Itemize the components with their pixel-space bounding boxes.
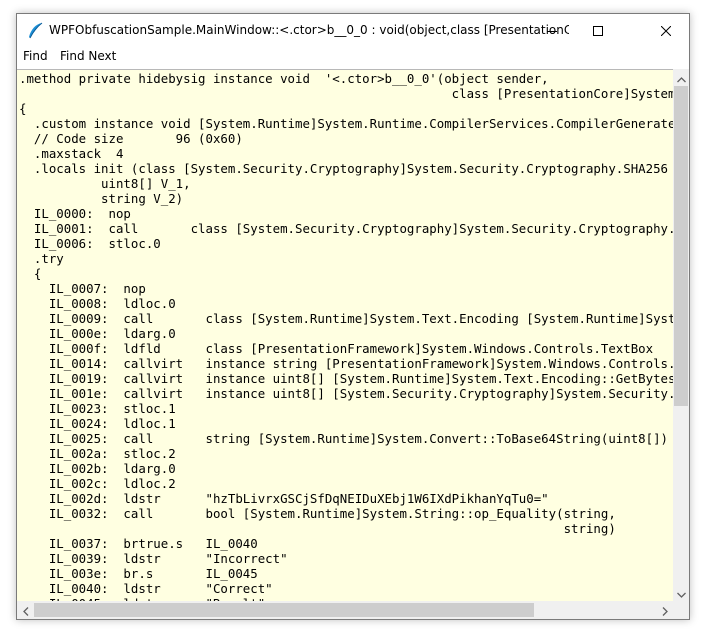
code-line: class [PresentationCore]System.Windows.R… — [451, 86, 673, 101]
code-line: .method private hidebysig instance void … — [19, 71, 549, 86]
menu-find-next[interactable]: Find Next — [60, 46, 116, 67]
code-line: IL_0008: ldloc.0 — [19, 296, 176, 311]
scroll-left-button[interactable] — [17, 601, 34, 619]
chevron-left-icon — [22, 601, 29, 620]
code-line: IL_0040: ldstr "Correct" — [19, 581, 273, 596]
code-line: IL_0025: call string [System.Runtime]Sys… — [19, 431, 669, 446]
code-line: .custom instance void [System.Runtime]Sy… — [33, 116, 673, 131]
code-line: IL_0032: call bool [System.Runtime]Syste… — [19, 506, 616, 521]
vertical-scroll-thumb[interactable] — [674, 86, 688, 406]
code-line: string) — [19, 521, 616, 536]
scroll-up-button[interactable] — [673, 69, 689, 86]
horizontal-scroll-thumb[interactable] — [34, 603, 534, 617]
code-line: IL_001e: callvirt instance uint8[] [Syst… — [48, 386, 673, 401]
code-line: IL_0023: stloc.1 — [19, 401, 176, 416]
code-line: // Code size 96 (0x60) — [19, 131, 243, 146]
code-line: { — [19, 266, 42, 281]
close-button[interactable] — [643, 14, 689, 46]
code-line: IL_002c: ldloc.2 — [19, 476, 176, 491]
code-line: .maxstack 4 — [19, 146, 124, 161]
vertical-scrollbar[interactable] — [673, 69, 689, 601]
maximize-button[interactable] — [575, 14, 621, 46]
code-line: IL_0019: callvirt instance uint8[] [Syst… — [19, 371, 673, 386]
code-line: .try — [19, 251, 64, 266]
code-line: IL_0037: brtrue.s IL_0040 — [19, 536, 258, 551]
minimize-icon — [547, 21, 557, 40]
scroll-right-button[interactable] — [656, 601, 673, 619]
code-line: IL_000f: ldfld class [PresentationFramew… — [19, 341, 654, 356]
window-title: WPFObfuscationSample.MainWindow::<.ctor>… — [49, 23, 569, 37]
code-text: .method private hidebysig instance void … — [17, 70, 673, 601]
scroll-down-button[interactable] — [673, 584, 689, 601]
code-line: IL_000e: ldarg.0 — [19, 326, 176, 341]
code-line: IL_0039: ldstr "Incorrect" — [19, 551, 288, 566]
chevron-up-icon — [676, 68, 686, 87]
code-line: .locals init (class [System.Security.Cry… — [19, 161, 673, 176]
feather-pen-icon — [26, 22, 44, 40]
horizontal-scrollbar[interactable] — [17, 601, 673, 619]
code-line: IL_002d: ldstr "hzTbLivrxGSCjSfDqNEIDuXE… — [19, 491, 549, 506]
chevron-down-icon — [676, 583, 686, 602]
code-line: { — [19, 101, 27, 116]
code-line: uint8[] V_1, — [19, 176, 191, 191]
code-line: string V_2) — [19, 191, 184, 206]
menu-bar: Find Find Next — [17, 46, 689, 67]
maximize-icon — [593, 21, 603, 40]
close-icon — [660, 21, 672, 40]
il-code-viewer[interactable]: .method private hidebysig instance void … — [17, 69, 673, 601]
minimize-button[interactable] — [529, 14, 575, 46]
scrollbar-corner — [673, 601, 689, 619]
code-line: IL_0014: callvirt instance string [Prese… — [19, 356, 673, 371]
code-line: IL_0009: call class [System.Runtime]Syst… — [48, 311, 673, 326]
menu-find[interactable]: Find — [23, 46, 48, 67]
code-line: IL_0001: call class [System.Security.Cry… — [19, 221, 673, 236]
code-line: IL_0006: stloc.0 — [19, 236, 161, 251]
code-line: IL_002b: ldarg.0 — [19, 461, 176, 476]
main-window: WPFObfuscationSample.MainWindow::<.ctor>… — [16, 13, 690, 620]
code-line: IL_003e: br.s IL_0045 — [19, 566, 258, 581]
title-bar[interactable]: WPFObfuscationSample.MainWindow::<.ctor>… — [17, 14, 689, 46]
code-line: IL_002a: stloc.2 — [19, 446, 176, 461]
code-line: IL_0024: ldloc.1 — [19, 416, 176, 431]
code-line: IL_0007: nop — [19, 281, 146, 296]
code-line: IL_0000: nop — [19, 206, 131, 221]
chevron-right-icon — [662, 601, 668, 620]
